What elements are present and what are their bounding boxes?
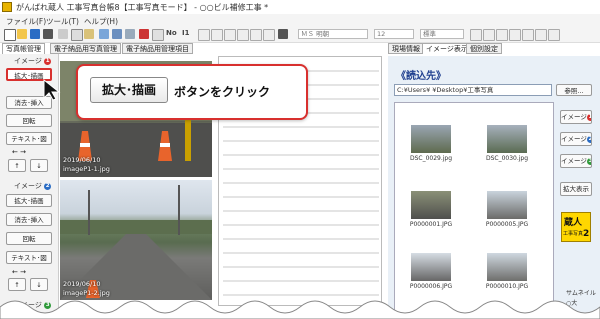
cut-icon[interactable]	[58, 29, 68, 39]
text-shape-button[interactable]: テキスト･図	[6, 132, 52, 145]
thumbnail-image[interactable]	[487, 125, 527, 153]
thumbnail-image[interactable]	[487, 253, 527, 281]
photo-2[interactable]: 2019/06/10 imageP1-2.jpg	[60, 180, 212, 300]
text-shape-button-2[interactable]: テキスト･図	[6, 251, 52, 264]
thumbnail-image[interactable]	[411, 253, 451, 281]
thumbnail-name: P0000005.JPG	[485, 221, 529, 228]
copy-icon[interactable]	[71, 29, 83, 41]
rotate-button[interactable]: 回転	[6, 114, 52, 127]
move-up-button-2[interactable]: ↑	[8, 278, 26, 291]
callout-zoom-draw-button: 拡大･描画	[90, 77, 168, 103]
move-down-button[interactable]: ↓	[30, 159, 48, 172]
bold-icon[interactable]	[470, 29, 482, 41]
image-panel-1-badge: 1	[44, 57, 52, 65]
horizontal-arrows-2: ← →	[12, 268, 26, 276]
app-logo-icon	[2, 2, 12, 12]
tab-individual-settings[interactable]: 個別設定	[466, 43, 502, 54]
new-file-icon[interactable]	[4, 29, 16, 41]
send-to-image-3-button[interactable]: イメージ 3	[560, 154, 592, 168]
enlarge-view-button[interactable]: 拡大表示	[560, 182, 592, 196]
tab-image-view[interactable]: イメージ表示	[422, 43, 472, 54]
image-panel-2-header: イメージ 2	[14, 181, 52, 191]
window-title: がんばれ蔵人 工事写真台帳8【工事写真モード】 - ○○ビル補修工事 *	[16, 3, 269, 12]
menu-help[interactable]: ヘルプ(H)	[84, 16, 118, 27]
mouse-cursor-icon	[43, 78, 61, 101]
number-button[interactable]: No	[166, 29, 177, 37]
image-panel-1-label: イメージ	[14, 57, 42, 65]
thumbnail-image[interactable]	[411, 191, 451, 219]
load-source-title: 《読込先》	[396, 71, 446, 82]
link-icon[interactable]	[278, 29, 288, 39]
folder-path-field[interactable]: C:¥Users¥ ¥Desktop¥工事写真	[394, 84, 552, 96]
image-panel-2-label: イメージ	[14, 182, 42, 190]
erase-insert-button-2[interactable]: 消去･挿入	[6, 213, 52, 226]
prev-page-icon[interactable]	[211, 29, 223, 41]
photo-icon[interactable]	[112, 29, 122, 39]
logo-title: 蔵人	[564, 218, 583, 228]
table-icon[interactable]	[152, 29, 164, 41]
image-icon[interactable]	[99, 29, 109, 39]
menu-file[interactable]: ファイル(F)	[6, 16, 46, 27]
move-up-button[interactable]: ↑	[8, 159, 26, 172]
tab-electronic-photo[interactable]: 電子納品用写真管理	[50, 43, 121, 54]
align-right-icon[interactable]	[522, 29, 534, 41]
callout-text: ボタンをクリック	[174, 85, 271, 99]
paste-icon[interactable]	[84, 29, 94, 39]
photo-1-filename: imageP1-1.jpg	[63, 165, 110, 173]
send-to-image-3-label: イメージ	[561, 157, 587, 165]
last-page-icon[interactable]	[263, 29, 275, 41]
italic-icon[interactable]	[483, 29, 495, 41]
thumbnail-name: P0000001.JPG	[409, 221, 453, 228]
move-down-button-2[interactable]: ↓	[30, 278, 48, 291]
logo-number: 2	[583, 229, 590, 239]
kurando-logo: 蔵人 工事写真 2	[561, 212, 591, 242]
photo-1-date: 2019/06/10	[63, 156, 101, 164]
font-size-select[interactable]: 12	[374, 29, 414, 39]
send-to-image-3-badge: 3	[586, 157, 592, 165]
thumbnail-name: P0000010.JPG	[485, 283, 529, 290]
send-to-image-2-label: イメージ	[561, 135, 587, 143]
text-color-icon[interactable]	[535, 29, 547, 41]
horizontal-arrows: ← →	[12, 148, 26, 156]
image-panel-2-badge: 2	[44, 182, 52, 190]
thumbnail-image[interactable]	[411, 125, 451, 153]
thumbnail-list[interactable]: DSC_0029.jpg DSC_0030.jpg P0000001.JPG P…	[394, 102, 554, 319]
thumbnail-name: P0000006.JPG	[409, 283, 453, 290]
send-to-image-1-button[interactable]: イメージ 1	[560, 110, 592, 124]
tab-photo-album[interactable]: 写真帳管理	[2, 43, 45, 54]
tab-electronic-items[interactable]: 電子納品用管理項目	[122, 43, 193, 54]
thumbnail-name: DSC_0030.jpg	[485, 155, 529, 162]
delete-icon[interactable]	[139, 29, 149, 39]
align-center-icon[interactable]	[509, 29, 521, 41]
thumbnail-name: DSC_0029.jpg	[409, 155, 453, 162]
print-icon[interactable]	[43, 29, 53, 39]
tab-site-info[interactable]: 現場情報	[388, 43, 424, 54]
forward-icon[interactable]	[237, 29, 249, 41]
fill-color-icon[interactable]	[548, 29, 560, 41]
torn-edge-decoration	[0, 300, 600, 319]
send-to-image-2-button[interactable]: イメージ 2	[560, 132, 592, 146]
first-page-icon[interactable]	[198, 29, 210, 41]
back-icon[interactable]	[224, 29, 236, 41]
image-panel-1-header: イメージ 1	[14, 56, 52, 66]
rotate-button-2[interactable]: 回転	[6, 232, 52, 245]
photo-2-date: 2019/06/10	[63, 280, 101, 288]
send-to-image-2-badge: 2	[586, 135, 592, 143]
edit-icon[interactable]	[125, 29, 135, 39]
save-icon[interactable]	[30, 29, 40, 39]
font-select[interactable]: ＭＳ 明朝	[298, 29, 368, 39]
send-to-image-1-label: イメージ	[561, 113, 587, 121]
i1-button[interactable]: I1	[182, 29, 189, 37]
open-folder-icon[interactable]	[17, 29, 27, 39]
menu-tools[interactable]: ツール(T)	[46, 16, 79, 27]
browse-button[interactable]: 参照...	[556, 84, 592, 96]
next-page-icon[interactable]	[250, 29, 262, 41]
logo-sub: 工事写真	[563, 231, 584, 237]
align-left-icon[interactable]	[496, 29, 508, 41]
zoom-draw-button-2[interactable]: 拡大･描画	[6, 194, 52, 207]
send-to-image-1-badge: 1	[586, 113, 592, 121]
font-style-select[interactable]: 標準	[420, 29, 464, 39]
thumbnail-image[interactable]	[487, 191, 527, 219]
